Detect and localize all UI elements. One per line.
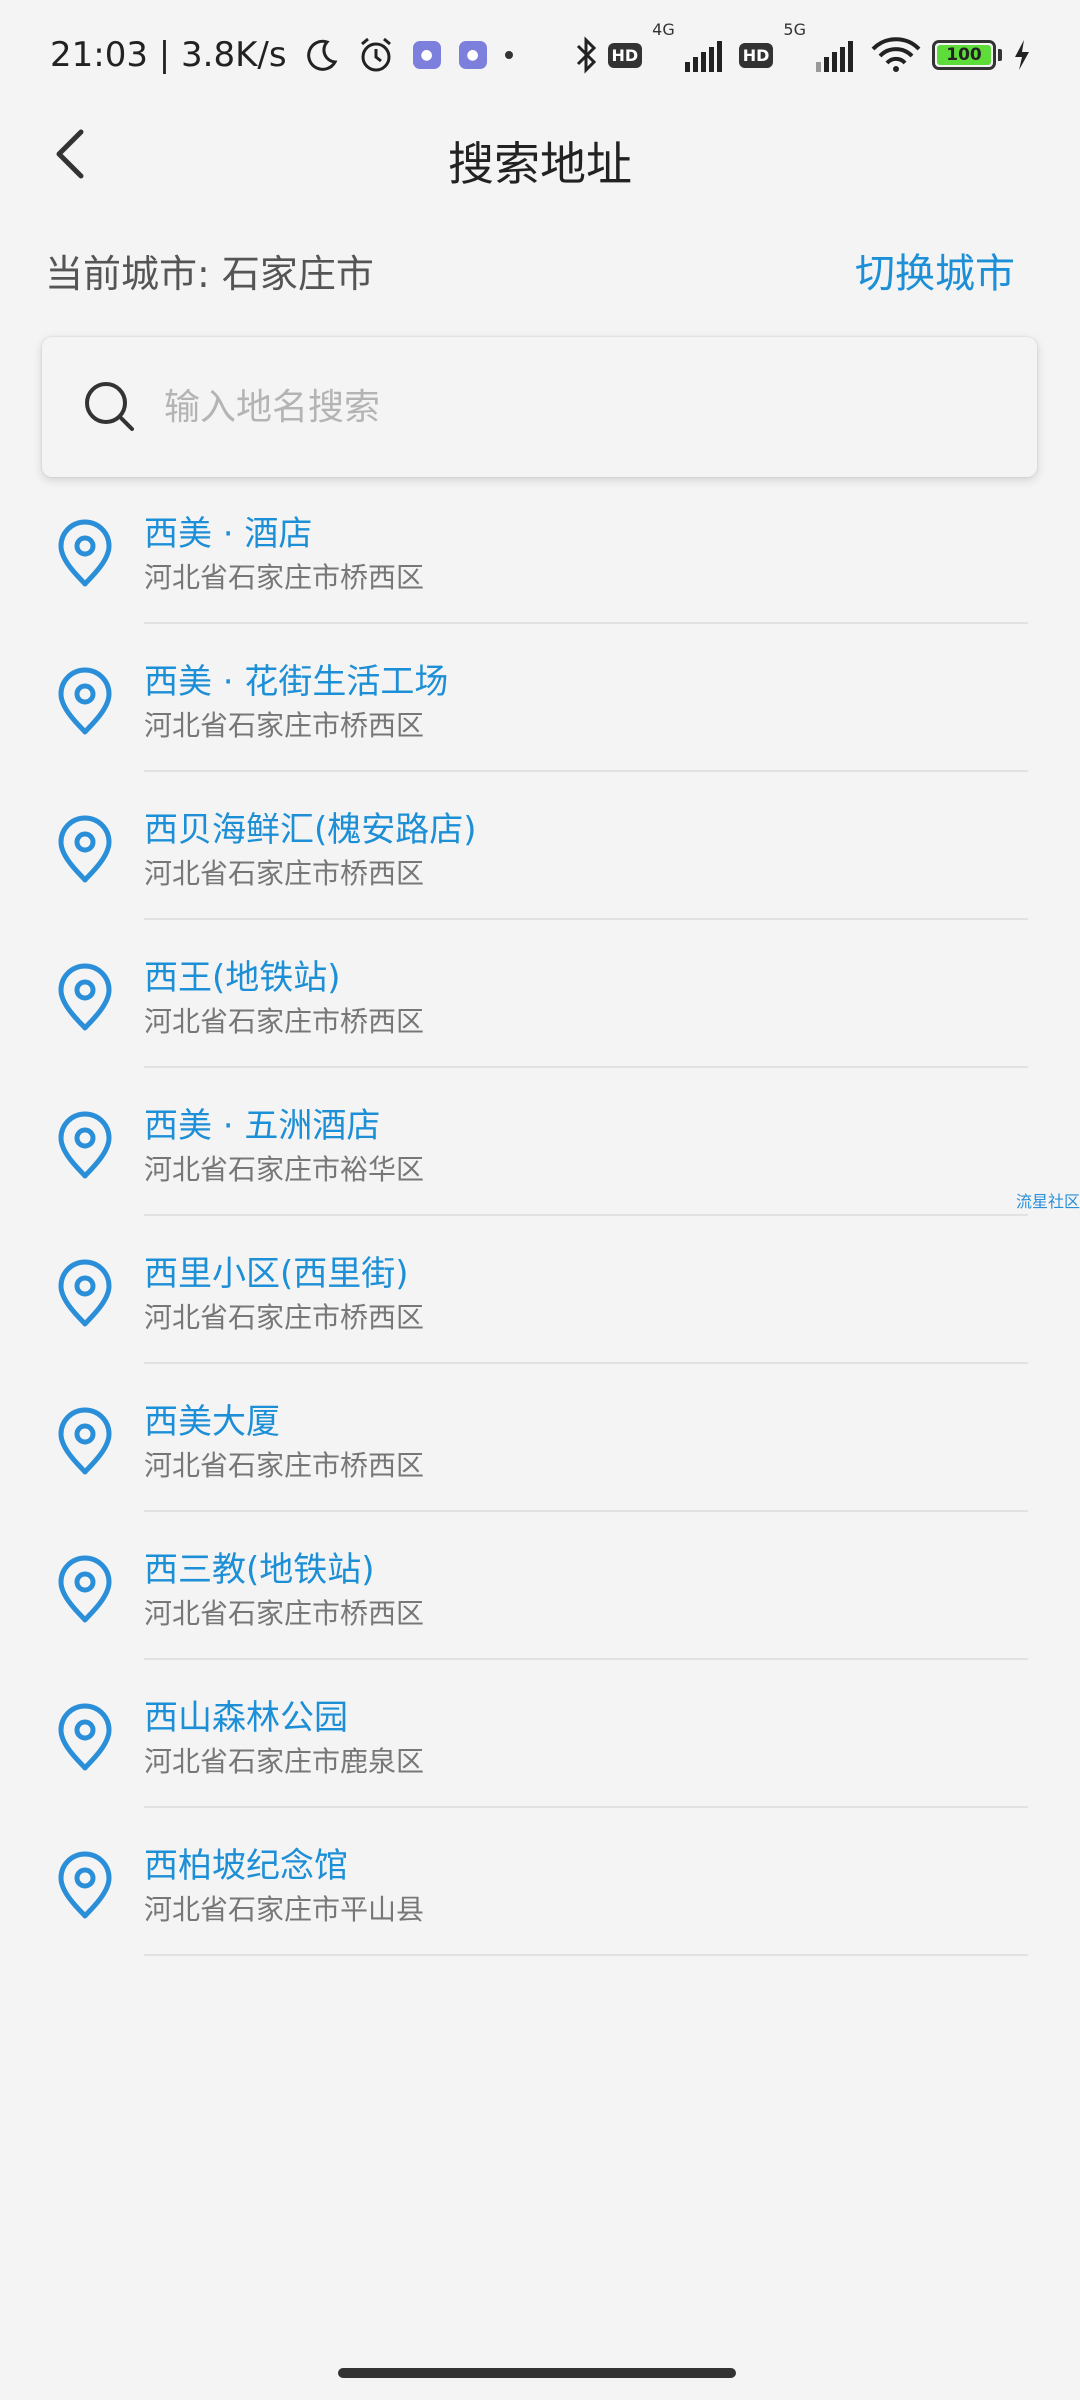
- switch-city-button[interactable]: 切换城市: [855, 241, 1015, 299]
- location-pin-icon: [58, 963, 112, 1031]
- list-item[interactable]: 西美 · 花街生活工场 河北省石家庄市桥西区: [0, 648, 1080, 796]
- place-name: 西美 · 酒店: [144, 514, 313, 554]
- moon-icon: [305, 38, 339, 72]
- list-item[interactable]: 西贝海鲜汇(槐安路店) 河北省石家庄市桥西区: [0, 796, 1080, 944]
- network-type-label: 4G: [652, 20, 675, 39]
- list-item[interactable]: 西美 · 酒店 河北省石家庄市桥西区: [0, 500, 1080, 648]
- location-pin-icon: [58, 815, 112, 883]
- place-address: 河北省石家庄市桥西区: [144, 1449, 425, 1482]
- divider: [144, 1658, 1028, 1660]
- place-address: 河北省石家庄市桥西区: [144, 1301, 425, 1334]
- hd-badge: HD: [607, 42, 643, 68]
- network-type-label: 5G: [783, 20, 806, 39]
- search-icon: [85, 382, 134, 431]
- watermark: 流星社区: [1016, 1192, 1080, 1211]
- search-box[interactable]: [42, 337, 1037, 477]
- current-city-label: 当前城市: 石家庄市: [45, 251, 374, 296]
- divider: [144, 918, 1028, 920]
- place-address: 河北省石家庄市桥西区: [144, 1005, 425, 1038]
- place-address: 河北省石家庄市鹿泉区: [144, 1745, 425, 1778]
- place-name: 西美 · 五洲酒店: [144, 1106, 381, 1146]
- list-item[interactable]: 西柏坡纪念馆 河北省石家庄市平山县: [0, 1832, 1080, 1980]
- location-pin-icon: [58, 667, 112, 735]
- place-address: 河北省石家庄市裕华区: [144, 1153, 425, 1186]
- charging-icon: [1012, 38, 1032, 72]
- alarm-icon: [357, 36, 395, 74]
- page-title: 搜索地址: [448, 137, 632, 191]
- wifi-icon: [870, 36, 922, 74]
- result-list: 西美 · 酒店 河北省石家庄市桥西区 西美 · 花街生活工场 河北省石家庄市桥西…: [0, 500, 1080, 1980]
- place-address: 河北省石家庄市桥西区: [144, 561, 425, 594]
- place-name: 西王(地铁站): [144, 958, 341, 998]
- battery-level: 100: [946, 45, 982, 65]
- divider: [144, 1362, 1028, 1364]
- location-pin-icon: [58, 1555, 112, 1623]
- list-item[interactable]: 西美大厦 河北省石家庄市桥西区: [0, 1388, 1080, 1536]
- header: 搜索地址: [0, 110, 1080, 200]
- battery-tip: [998, 49, 1002, 61]
- status-left: 21:03 | 3.8K/s ● ●: [50, 35, 513, 75]
- place-address: 河北省石家庄市桥西区: [144, 857, 425, 890]
- list-item[interactable]: 西美 · 五洲酒店 河北省石家庄市裕华区: [0, 1092, 1080, 1240]
- place-name: 西柏坡纪念馆: [144, 1846, 348, 1886]
- list-item[interactable]: 西三教(地铁站) 河北省石家庄市桥西区: [0, 1536, 1080, 1684]
- city-row: 当前城市: 石家庄市 切换城市: [45, 240, 1035, 300]
- status-time-speed: 21:03 | 3.8K/s: [50, 35, 287, 75]
- divider: [144, 1510, 1028, 1512]
- battery-icon: 100: [932, 40, 996, 70]
- signal-icon: [816, 38, 860, 72]
- divider: [144, 770, 1028, 772]
- location-pin-icon: [58, 1407, 112, 1475]
- place-address: 河北省石家庄市桥西区: [144, 709, 425, 742]
- place-name: 西贝海鲜汇(槐安路店): [144, 810, 477, 850]
- location-pin-icon: [58, 1259, 112, 1327]
- place-name: 西三教(地铁站): [144, 1550, 375, 1590]
- status-right: HD 4G HD 5G 100: [574, 20, 1033, 74]
- hd-badge: HD: [738, 42, 774, 68]
- list-item[interactable]: 西里小区(西里街) 河北省石家庄市桥西区: [0, 1240, 1080, 1388]
- place-address: 河北省石家庄市平山县: [144, 1893, 425, 1926]
- list-item[interactable]: 西王(地铁站) 河北省石家庄市桥西区: [0, 944, 1080, 1092]
- location-pin-icon: [58, 519, 112, 587]
- place-name: 西美大厦: [144, 1402, 280, 1442]
- notification-app-icon: ●: [458, 41, 487, 69]
- status-bar: 21:03 | 3.8K/s ● ● HD 4G HD 5G 100: [0, 0, 1080, 110]
- bluetooth-icon: [574, 36, 598, 74]
- home-indicator[interactable]: [338, 2368, 736, 2378]
- divider: [144, 622, 1028, 624]
- location-pin-icon: [58, 1111, 112, 1179]
- location-pin-icon: [58, 1851, 112, 1919]
- more-notifications-dot: [504, 51, 513, 59]
- divider: [144, 1806, 1028, 1808]
- location-pin-icon: [58, 1703, 112, 1771]
- place-address: 河北省石家庄市桥西区: [144, 1597, 425, 1630]
- divider: [144, 1066, 1028, 1068]
- place-name: 西美 · 花街生活工场: [144, 662, 449, 702]
- place-name: 西里小区(西里街): [144, 1254, 409, 1294]
- signal-icon: [684, 38, 729, 72]
- divider: [144, 1214, 1028, 1216]
- search-input[interactable]: [162, 385, 962, 429]
- list-item[interactable]: 西山森林公园 河北省石家庄市鹿泉区: [0, 1684, 1080, 1832]
- divider: [144, 1954, 1028, 1956]
- place-name: 西山森林公园: [144, 1698, 348, 1738]
- notification-app-icon: ●: [412, 41, 441, 69]
